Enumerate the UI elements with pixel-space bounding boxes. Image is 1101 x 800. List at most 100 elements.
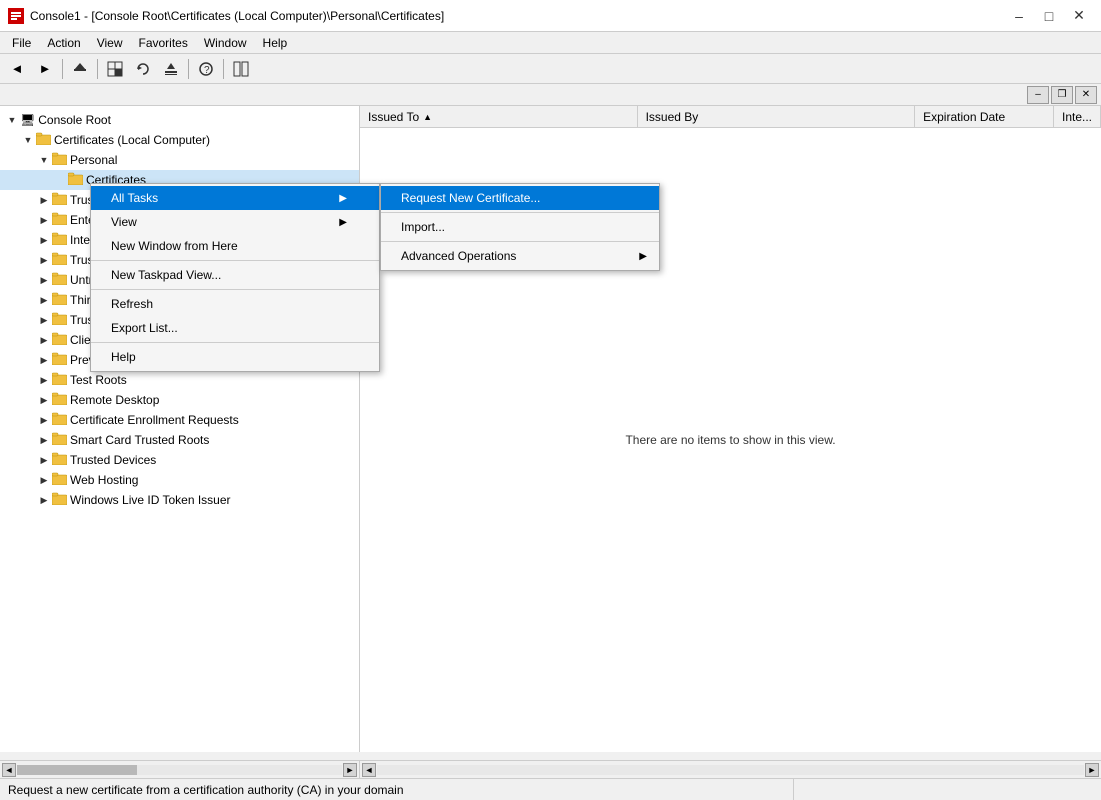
toolbar-forward[interactable]: ►: [32, 57, 58, 81]
ctx-arrow-all-tasks: ▶: [339, 193, 347, 204]
toolbar-back[interactable]: ◄: [4, 57, 30, 81]
menu-favorites[interactable]: Favorites: [131, 32, 196, 54]
folder-icon-trusted-publi: [52, 252, 67, 268]
col-issued-to[interactable]: Issued To ▲: [360, 106, 638, 127]
tree-item-trusted-devices[interactable]: ▶ Trusted Devices: [0, 450, 359, 470]
menu-help[interactable]: Help: [255, 32, 296, 54]
menu-window[interactable]: Window: [196, 32, 255, 54]
tree-item-test-roots[interactable]: ▶ Test Roots: [0, 370, 359, 390]
toolbar-help[interactable]: ?: [193, 57, 219, 81]
sub-ctx-arrow-advanced: ▶: [639, 251, 647, 262]
right-scroll-left-btn[interactable]: ◄: [362, 763, 376, 777]
tree-item-smart-card[interactable]: ▶ Smart Card Trusted Roots: [0, 430, 359, 450]
tree-h-scrolltrack: [17, 765, 342, 775]
menu-action[interactable]: Action: [39, 32, 88, 54]
folder-icon-test-roots: [52, 372, 67, 388]
close-button[interactable]: ✕: [1065, 4, 1093, 28]
sub-ctx-import[interactable]: Import...: [381, 215, 659, 239]
expand-cert-enrollment: ▶: [36, 412, 52, 428]
expand-trusted-publi: ▶: [36, 252, 52, 268]
folder-icon-trusted-people: [52, 312, 67, 328]
sub-ctx-advanced[interactable]: Advanced Operations ▶: [381, 244, 659, 268]
ctx-export-list[interactable]: Export List...: [91, 316, 379, 340]
monitor-icon: 🖥: [20, 113, 35, 127]
ctx-help[interactable]: Help: [91, 345, 379, 369]
folder-icon-certificates: [68, 172, 83, 188]
tree-h-scrollthumb[interactable]: [17, 765, 137, 775]
col-intended[interactable]: Inte...: [1054, 106, 1101, 127]
sub-ctx-sep-2: [381, 241, 659, 242]
toolbar-columns[interactable]: [228, 57, 254, 81]
tree-item-cert-enrollment[interactable]: ▶ Certificate Enrollment Requests: [0, 410, 359, 430]
folder-icon-smart-card: [52, 432, 67, 448]
menu-view[interactable]: View: [89, 32, 131, 54]
ctx-sep-2: [91, 289, 379, 290]
col-expiration[interactable]: Expiration Date: [915, 106, 1054, 127]
toolbar-sep-2: [97, 59, 98, 79]
right-scroll-right-btn[interactable]: ►: [1085, 763, 1099, 777]
expand-personal: ▼: [36, 152, 52, 168]
tree-h-scroll[interactable]: ◄ ►: [0, 761, 360, 778]
mdi-toolbar: – ❐ ✕: [0, 84, 1101, 106]
folder-icon-client-authen: [52, 332, 67, 348]
right-h-scroll[interactable]: ◄ ►: [360, 761, 1101, 778]
ctx-new-window[interactable]: New Window from Here: [91, 234, 379, 258]
expand-smart-card: ▶: [36, 432, 52, 448]
ctx-new-taskpad[interactable]: New Taskpad View...: [91, 263, 379, 287]
expand-preview-build: ▶: [36, 352, 52, 368]
sort-arrow-up: ▲: [423, 112, 432, 122]
ctx-refresh[interactable]: Refresh: [91, 292, 379, 316]
tree-label-windows-live: Windows Live ID Token Issuer: [70, 493, 231, 507]
folder-icon-trusted-devices: [52, 452, 67, 468]
tree-item-windows-live[interactable]: ▶ Windows Live ID Token Issuer: [0, 490, 359, 510]
tree-scroll-left-btn[interactable]: ◄: [2, 763, 16, 777]
toolbar-show-hide[interactable]: [102, 57, 128, 81]
tree-label-test-roots: Test Roots: [70, 373, 127, 387]
status-text: Request a new certificate from a certifi…: [8, 783, 793, 797]
sub-context-menu[interactable]: Request New Certificate... Import... Adv…: [380, 183, 660, 271]
folder-icon-certs: [36, 132, 51, 148]
title-bar: Console1 - [Console Root\Certificates (L…: [0, 0, 1101, 32]
expand-client-authen: ▶: [36, 332, 52, 348]
maximize-button[interactable]: □: [1035, 4, 1063, 28]
folder-icon-third-party: [52, 292, 67, 308]
tree-item-remote-desktop[interactable]: ▶ Remote Desktop: [0, 390, 359, 410]
expand-certs: ▶: [52, 172, 68, 188]
toolbar-export[interactable]: [158, 57, 184, 81]
horizontal-scroll-area: ◄ ► ◄ ►: [0, 760, 1101, 778]
toolbar-up[interactable]: [67, 57, 93, 81]
folder-icon-enterprise: [52, 212, 67, 228]
expand-test-roots: ▶: [36, 372, 52, 388]
expand-remote-desktop: ▶: [36, 392, 52, 408]
toolbar-sep-4: [223, 59, 224, 79]
tree-item-personal[interactable]: ▼ Personal: [0, 150, 359, 170]
toolbar-sep-3: [188, 59, 189, 79]
menu-bar: File Action View Favorites Window Help: [0, 32, 1101, 54]
folder-icon-remote-desktop: [52, 392, 67, 408]
mdi-close[interactable]: ✕: [1075, 86, 1097, 104]
expand-untrusted: ▶: [36, 272, 52, 288]
tree-scroll-right-btn[interactable]: ►: [343, 763, 357, 777]
folder-icon-web-hosting: [52, 472, 67, 488]
col-issued-by[interactable]: Issued By: [638, 106, 916, 127]
tree-item-console-root[interactable]: ▼ 🖥 Console Root: [0, 110, 359, 130]
mdi-minimize[interactable]: –: [1027, 86, 1049, 104]
empty-message: There are no items to show in this view.: [625, 433, 835, 447]
ctx-all-tasks[interactable]: All Tasks ▶: [91, 186, 379, 210]
tree-label-console-root: Console Root: [38, 113, 111, 127]
status-message: Request a new certificate from a certifi…: [8, 783, 404, 797]
minimize-button[interactable]: –: [1005, 4, 1033, 28]
window-title: Console1 - [Console Root\Certificates (L…: [30, 9, 444, 23]
tree-item-web-hosting[interactable]: ▶ Web Hosting: [0, 470, 359, 490]
context-menu[interactable]: All Tasks ▶ View ▶ New Window from Here …: [90, 183, 380, 372]
menu-file[interactable]: File: [4, 32, 39, 54]
mdi-restore[interactable]: ❐: [1051, 86, 1073, 104]
right-h-scrolltrack: [377, 765, 1084, 775]
toolbar-refresh[interactable]: [130, 57, 156, 81]
tree-label-trusted-devices: Trusted Devices: [70, 453, 156, 467]
folder-icon-personal: [52, 152, 67, 168]
ctx-view[interactable]: View ▶: [91, 210, 379, 234]
tree-item-certs-local[interactable]: ▼ Certificates (Local Computer): [0, 130, 359, 150]
tree-label-personal: Personal: [70, 153, 117, 167]
sub-ctx-request-new[interactable]: Request New Certificate...: [381, 186, 659, 210]
